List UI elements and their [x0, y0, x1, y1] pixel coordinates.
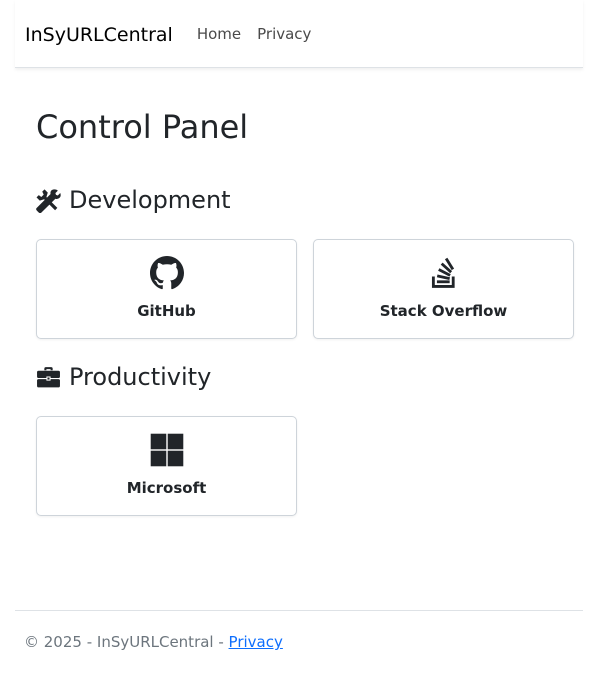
footer-text: © 2025 - InSyURLCentral - — [24, 633, 229, 651]
github-card-label: GitHub — [137, 302, 196, 320]
brand-link[interactable]: InSyURLCentral — [25, 24, 173, 46]
stack-overflow-card[interactable]: Stack Overflow — [313, 239, 574, 339]
section-heading-label: Development — [69, 186, 231, 214]
stack-overflow-card-label: Stack Overflow — [379, 302, 508, 320]
windows-icon — [150, 433, 184, 467]
nav-link-home[interactable]: Home — [197, 25, 241, 43]
github-card[interactable]: GitHub — [36, 239, 297, 339]
navbar: InSyURLCentral Home Privacy — [15, 0, 583, 68]
section-heading-development: Development — [36, 186, 231, 214]
section-heading-productivity: Productivity — [36, 363, 211, 391]
tools-icon — [36, 188, 61, 213]
section-heading-label: Productivity — [69, 363, 212, 391]
footer-privacy-link[interactable]: Privacy — [229, 633, 283, 651]
stack-overflow-icon — [427, 256, 461, 290]
page-title: Control Panel — [36, 108, 249, 146]
microsoft-card[interactable]: Microsoft — [36, 416, 297, 516]
github-icon — [149, 256, 184, 290]
briefcase-icon — [37, 366, 60, 387]
footer: © 2025 - InSyURLCentral - Privacy — [15, 610, 583, 651]
microsoft-card-label: Microsoft — [126, 479, 207, 497]
nav-link-privacy[interactable]: Privacy — [257, 25, 311, 43]
